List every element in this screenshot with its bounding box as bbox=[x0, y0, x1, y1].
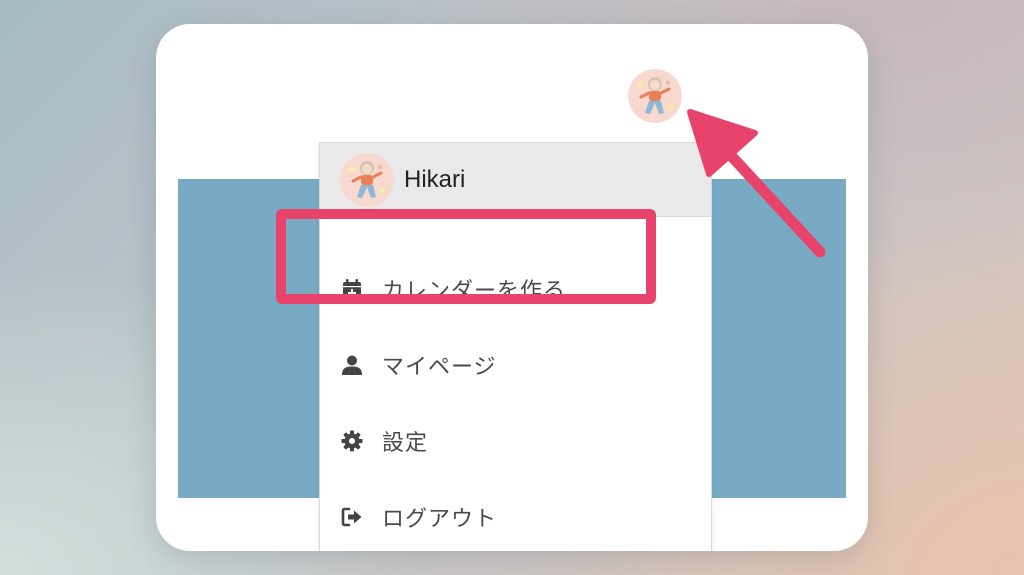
avatar-illustration bbox=[628, 69, 682, 123]
menu-item-label: マイページ bbox=[382, 355, 497, 380]
user-icon bbox=[340, 353, 364, 377]
user-dropdown-menu: Hikari カレンダーを作る マイページ 設定 ログアウト bbox=[319, 142, 712, 551]
avatar-illustration bbox=[340, 152, 394, 207]
header-user-avatar[interactable] bbox=[628, 69, 682, 123]
menu-user-header: Hikari bbox=[320, 143, 711, 217]
menu-item-my-page[interactable]: マイページ bbox=[320, 335, 711, 395]
menu-item-label: カレンダーを作る bbox=[382, 279, 567, 304]
menu-user-avatar bbox=[340, 152, 394, 207]
menu-user-name: Hikari bbox=[404, 165, 466, 193]
calendar-plus-icon bbox=[340, 277, 364, 301]
app-window: Hikari カレンダーを作る マイページ 設定 ログアウト bbox=[156, 24, 868, 551]
gear-icon bbox=[340, 429, 364, 453]
menu-item-label: ログアウト bbox=[382, 507, 498, 532]
menu-item-logout[interactable]: ログアウト bbox=[320, 487, 711, 547]
sign-out-icon bbox=[340, 505, 364, 529]
menu-item-create-calendar[interactable]: カレンダーを作る bbox=[320, 259, 711, 319]
menu-item-settings[interactable]: 設定 bbox=[320, 411, 711, 471]
menu-item-label: 設定 bbox=[382, 431, 429, 456]
